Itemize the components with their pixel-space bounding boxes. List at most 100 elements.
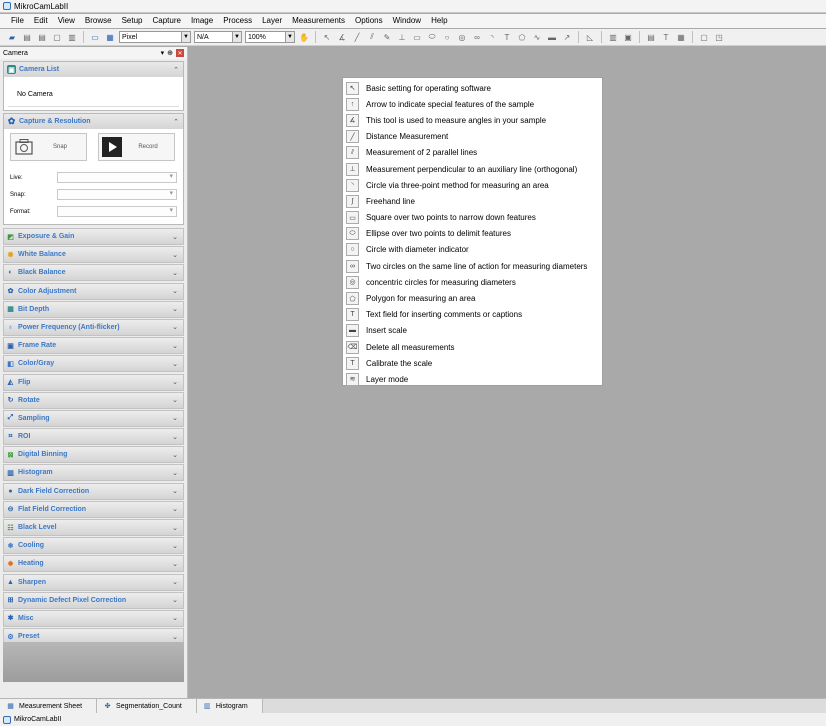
expand-icon[interactable]: ⌄ xyxy=(172,469,178,477)
bottom-tab-measurement-sheet[interactable]: ▦ Measurement Sheet xyxy=(0,699,98,713)
section-color-gray[interactable]: ◧ Color/Gray ⌄ xyxy=(3,355,184,373)
expand-icon[interactable]: ⌄ xyxy=(172,542,178,550)
grid-view-icon[interactable]: ▦ xyxy=(104,31,116,43)
expand-icon[interactable]: ⌄ xyxy=(172,633,178,641)
menu-process[interactable]: Process xyxy=(218,14,257,28)
menu-edit[interactable]: Edit xyxy=(29,14,53,28)
section-dark-field-correction[interactable]: ● Dark Field Correction ⌄ xyxy=(3,482,184,500)
menu-capture[interactable]: Capture xyxy=(147,14,185,28)
menu-options[interactable]: Options xyxy=(350,14,388,28)
expand-icon[interactable]: ⌄ xyxy=(172,451,178,459)
capture-header[interactable]: ✿ Capture & Resolution ⌃ xyxy=(4,114,183,129)
ellipse-tool-icon[interactable]: ⬭ xyxy=(426,31,438,43)
menu-browse[interactable]: Browse xyxy=(80,14,117,28)
section-white-balance[interactable]: ✺ White Balance ⌄ xyxy=(3,246,184,264)
record-button[interactable]: Record xyxy=(98,133,175,161)
expand-icon[interactable]: ⌄ xyxy=(172,596,178,604)
snap-resolution-select[interactable] xyxy=(57,189,177,200)
expand-icon[interactable]: ⌄ xyxy=(172,378,178,386)
section-dynamic-defect-pixel-correction[interactable]: ⊞ Dynamic Defect Pixel Correction ⌄ xyxy=(3,591,184,609)
layer-select[interactable]: N/A ▼ xyxy=(194,31,242,43)
section-bit-depth[interactable]: ▦ Bit Depth ⌄ xyxy=(3,300,184,318)
expand-icon[interactable]: ⌄ xyxy=(172,578,178,586)
section-digital-binning[interactable]: ⊠ Digital Binning ⌄ xyxy=(3,446,184,464)
expand-icon[interactable]: ⌄ xyxy=(172,433,178,441)
arrow-tool-icon[interactable]: ↗ xyxy=(561,31,573,43)
expand-icon[interactable]: ⌄ xyxy=(172,360,178,368)
circle-tool-icon[interactable]: ○ xyxy=(441,31,453,43)
line-tool-icon[interactable]: ╱ xyxy=(351,31,363,43)
section-roi[interactable]: ⌗ ROI ⌄ xyxy=(3,428,184,446)
hand-icon[interactable]: ✋ xyxy=(298,31,310,43)
menu-setup[interactable]: Setup xyxy=(117,14,148,28)
panel-menu-icon[interactable]: ▾ xyxy=(161,49,165,57)
expand-icon[interactable]: ⌄ xyxy=(172,396,178,404)
expand-icon[interactable]: ⌄ xyxy=(172,269,178,277)
expand-icon[interactable]: ⌄ xyxy=(172,524,178,532)
expand-icon[interactable]: ⌄ xyxy=(172,342,178,350)
scale-tool-icon[interactable]: ▬ xyxy=(546,31,558,43)
polygon-tool-icon[interactable]: ⬠ xyxy=(516,31,528,43)
menu-help[interactable]: Help xyxy=(426,14,452,28)
perpendicular-tool-icon[interactable]: ⊥ xyxy=(396,31,408,43)
calibrate-tool-icon[interactable]: ◺ xyxy=(584,31,596,43)
section-sampling[interactable]: ⤢ Sampling ⌄ xyxy=(3,409,184,427)
close-icon[interactable]: ✕ xyxy=(176,49,184,57)
section-power-frequency-anti-flicker[interactable]: ♁ Power Frequency (Anti-flicker) ⌄ xyxy=(3,318,184,336)
pointer-tool-icon[interactable]: ↖ xyxy=(321,31,333,43)
bottom-tab-segmentation-count[interactable]: ✤ Segmentation_Count xyxy=(97,699,197,713)
menu-image[interactable]: Image xyxy=(186,14,218,28)
menu-view[interactable]: View xyxy=(53,14,80,28)
snap-button[interactable]: Snap xyxy=(10,133,87,161)
two-circle-tool-icon[interactable]: ∞ xyxy=(471,31,483,43)
section-cooling[interactable]: ❄ Cooling ⌄ xyxy=(3,537,184,555)
menu-layer[interactable]: Layer xyxy=(257,14,287,28)
menu-measurements[interactable]: Measurements xyxy=(287,14,350,28)
section-black-balance[interactable]: ◐ Black Balance ⌄ xyxy=(3,264,184,282)
parallel-tool-icon[interactable]: ⫽ xyxy=(366,31,378,43)
menu-file[interactable]: File xyxy=(6,14,29,28)
save-as-icon[interactable]: ▤ xyxy=(36,31,48,43)
new-window-icon[interactable]: ◳ xyxy=(713,31,725,43)
expand-icon[interactable]: ⌄ xyxy=(172,614,178,622)
section-histogram[interactable]: ▥ Histogram ⌄ xyxy=(3,464,184,482)
report-icon[interactable]: ▤ xyxy=(645,31,657,43)
browse-folder-icon[interactable]: ▭ xyxy=(89,31,101,43)
concentric-tool-icon[interactable]: ◎ xyxy=(456,31,468,43)
expand-icon[interactable]: ⌄ xyxy=(172,323,178,331)
pin-icon[interactable]: ⊕ xyxy=(167,49,173,57)
section-sharpen[interactable]: ▲ Sharpen ⌄ xyxy=(3,573,184,591)
layout-icon[interactable]: ▦ xyxy=(675,31,687,43)
bottom-tab-histogram[interactable]: ▥ Histogram xyxy=(196,699,263,713)
section-flat-field-correction[interactable]: ⊖ Flat Field Correction ⌄ xyxy=(3,500,184,518)
print-icon[interactable]: ▥ xyxy=(66,31,78,43)
menu-window[interactable]: Window xyxy=(388,14,426,28)
format-select[interactable] xyxy=(57,206,177,217)
document-icon[interactable]: ▢ xyxy=(698,31,710,43)
image-tool-icon[interactable]: ▣ xyxy=(622,31,634,43)
section-flip[interactable]: ◭ Flip ⌄ xyxy=(3,373,184,391)
collapse-icon[interactable]: ⌃ xyxy=(173,118,179,126)
expand-icon[interactable]: ⌄ xyxy=(172,287,178,295)
collapse-icon[interactable]: ⌃ xyxy=(173,66,179,74)
section-frame-rate[interactable]: ▣ Frame Rate ⌄ xyxy=(3,337,184,355)
measure-table-icon[interactable]: ▥ xyxy=(607,31,619,43)
export-icon[interactable]: ▢ xyxy=(51,31,63,43)
text-tool-icon[interactable]: T xyxy=(501,31,513,43)
expand-icon[interactable]: ⌄ xyxy=(172,560,178,568)
section-rotate[interactable]: ↻ Rotate ⌄ xyxy=(3,391,184,409)
section-exposure-gain[interactable]: ◩ Exposure & Gain ⌄ xyxy=(3,228,184,245)
unit-select[interactable]: Pixel ▼ xyxy=(119,31,191,43)
section-misc[interactable]: ✱ Misc ⌄ xyxy=(3,609,184,627)
section-color-adjustment[interactable]: ✿ Color Adjustment ⌄ xyxy=(3,282,184,300)
rectangle-tool-icon[interactable]: ▭ xyxy=(411,31,423,43)
expand-icon[interactable]: ⌄ xyxy=(172,305,178,313)
angle-tool-icon[interactable]: ∡ xyxy=(336,31,348,43)
camera-list-item[interactable]: No Camera xyxy=(8,82,179,107)
section-heating[interactable]: ✹ Heating ⌄ xyxy=(3,555,184,573)
expand-icon[interactable]: ⌄ xyxy=(172,233,178,241)
camera-list-header[interactable]: ▣ Camera List ⌃ xyxy=(4,62,183,77)
open-folder-icon[interactable]: ▰ xyxy=(6,31,18,43)
save-icon[interactable]: ▤ xyxy=(21,31,33,43)
expand-icon[interactable]: ⌄ xyxy=(172,505,178,513)
